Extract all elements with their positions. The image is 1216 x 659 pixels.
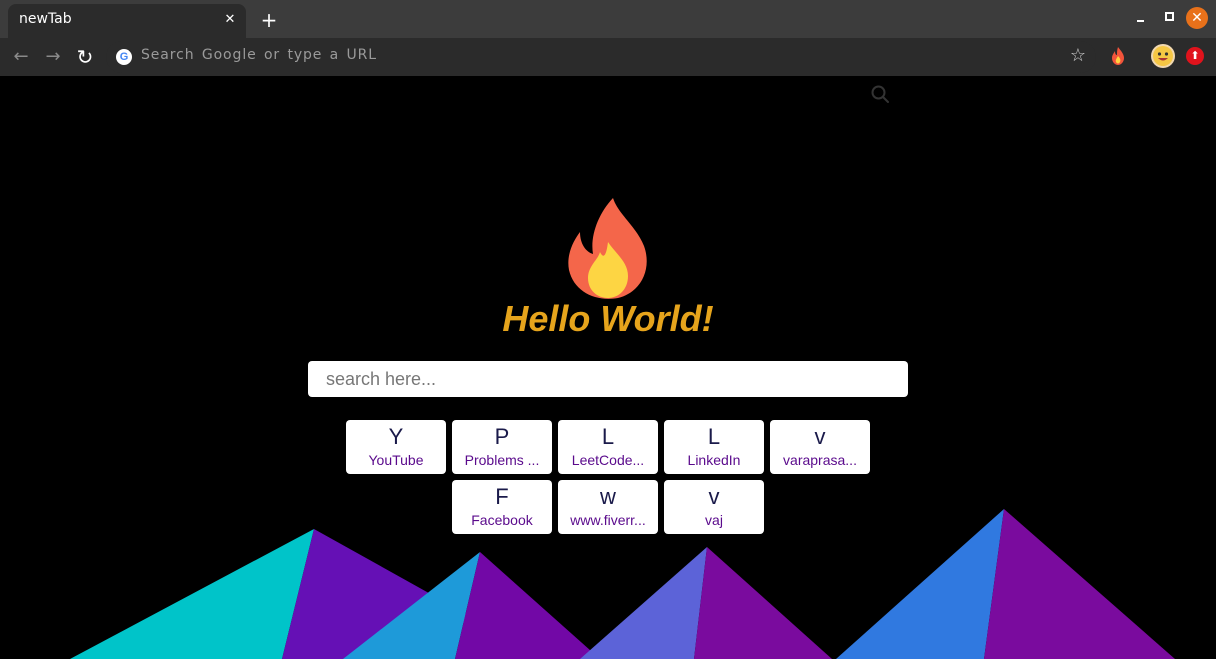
address-bar-placeholder: Search Google or type a URL — [141, 47, 377, 63]
shortcut-label: varaprasa... — [783, 452, 857, 468]
bookmark-star-icon[interactable]: ☆ — [1068, 45, 1088, 67]
shortcut-label: YouTube — [368, 452, 424, 468]
shortcut-label: LinkedIn — [687, 452, 741, 468]
address-bar[interactable]: G Search Google or type a URL — [106, 41, 1096, 73]
shortcut-label: Facebook — [471, 512, 533, 528]
emoji-avatar-icon — [1153, 46, 1173, 66]
fire-extension-icon[interactable] — [1108, 46, 1128, 66]
shortcut-letter: w — [600, 484, 616, 509]
shortcut-letter: P — [494, 424, 510, 449]
search-input[interactable] — [308, 361, 868, 397]
shortcut-letter: L — [601, 424, 615, 449]
new-tab-page: Hello World! Y YouTube P Problems ... L … — [0, 76, 1216, 659]
search-icon[interactable] — [870, 84, 890, 104]
tab-title: newTab — [19, 11, 72, 27]
reload-icon[interactable]: ↻ — [73, 45, 97, 69]
minimize-icon[interactable] — [1134, 12, 1146, 24]
browser-toolbar: ← → ↻ G Search Google or type a URL ☆ ⬆ — [0, 38, 1216, 76]
avatar[interactable] — [1151, 44, 1175, 68]
shortcut-letter: v — [814, 424, 826, 449]
shortcut-label: www.fiverr... — [570, 512, 646, 528]
shortcut-letter: v — [708, 484, 720, 509]
shortcut-letter: L — [707, 424, 721, 449]
new-tab-button[interactable]: + — [258, 9, 280, 31]
fire-logo-icon — [568, 198, 647, 299]
tab-strip: newTab ✕ + ✕ — [0, 0, 1216, 38]
shortcut-tile-leetcode[interactable]: L LeetCode... — [558, 420, 658, 474]
tab-newtab[interactable]: newTab ✕ — [8, 4, 246, 38]
close-tab-icon[interactable]: ✕ — [222, 12, 238, 28]
maximize-icon[interactable] — [1163, 10, 1175, 22]
shortcut-label: LeetCode... — [571, 452, 645, 468]
shortcut-tile-linkedin[interactable]: L LinkedIn — [664, 420, 764, 474]
shortcut-label: vaj — [705, 512, 723, 528]
shortcut-letter: Y — [388, 424, 404, 449]
shortcut-label: Problems ... — [464, 452, 540, 468]
page-heading: Hello World! — [502, 298, 714, 339]
shortcut-tile-varaprasad[interactable]: v varaprasa... — [770, 420, 870, 474]
shortcut-tile-problems[interactable]: P Problems ... — [452, 420, 552, 474]
shortcut-tile-fiverr[interactable]: w www.fiverr... — [558, 480, 658, 534]
shortcut-tile-vaj[interactable]: v vaj — [664, 480, 764, 534]
forward-icon[interactable]: → — [41, 45, 65, 69]
shortcut-tile-facebook[interactable]: F Facebook — [452, 480, 552, 534]
upload-extension-icon[interactable]: ⬆ — [1186, 47, 1204, 65]
search-box — [308, 361, 908, 397]
shortcut-tile-youtube[interactable]: Y YouTube — [346, 420, 446, 474]
google-icon: G — [116, 49, 132, 65]
close-window-button[interactable]: ✕ — [1186, 7, 1208, 29]
back-icon[interactable]: ← — [9, 45, 33, 69]
shortcut-letter: F — [495, 484, 509, 509]
